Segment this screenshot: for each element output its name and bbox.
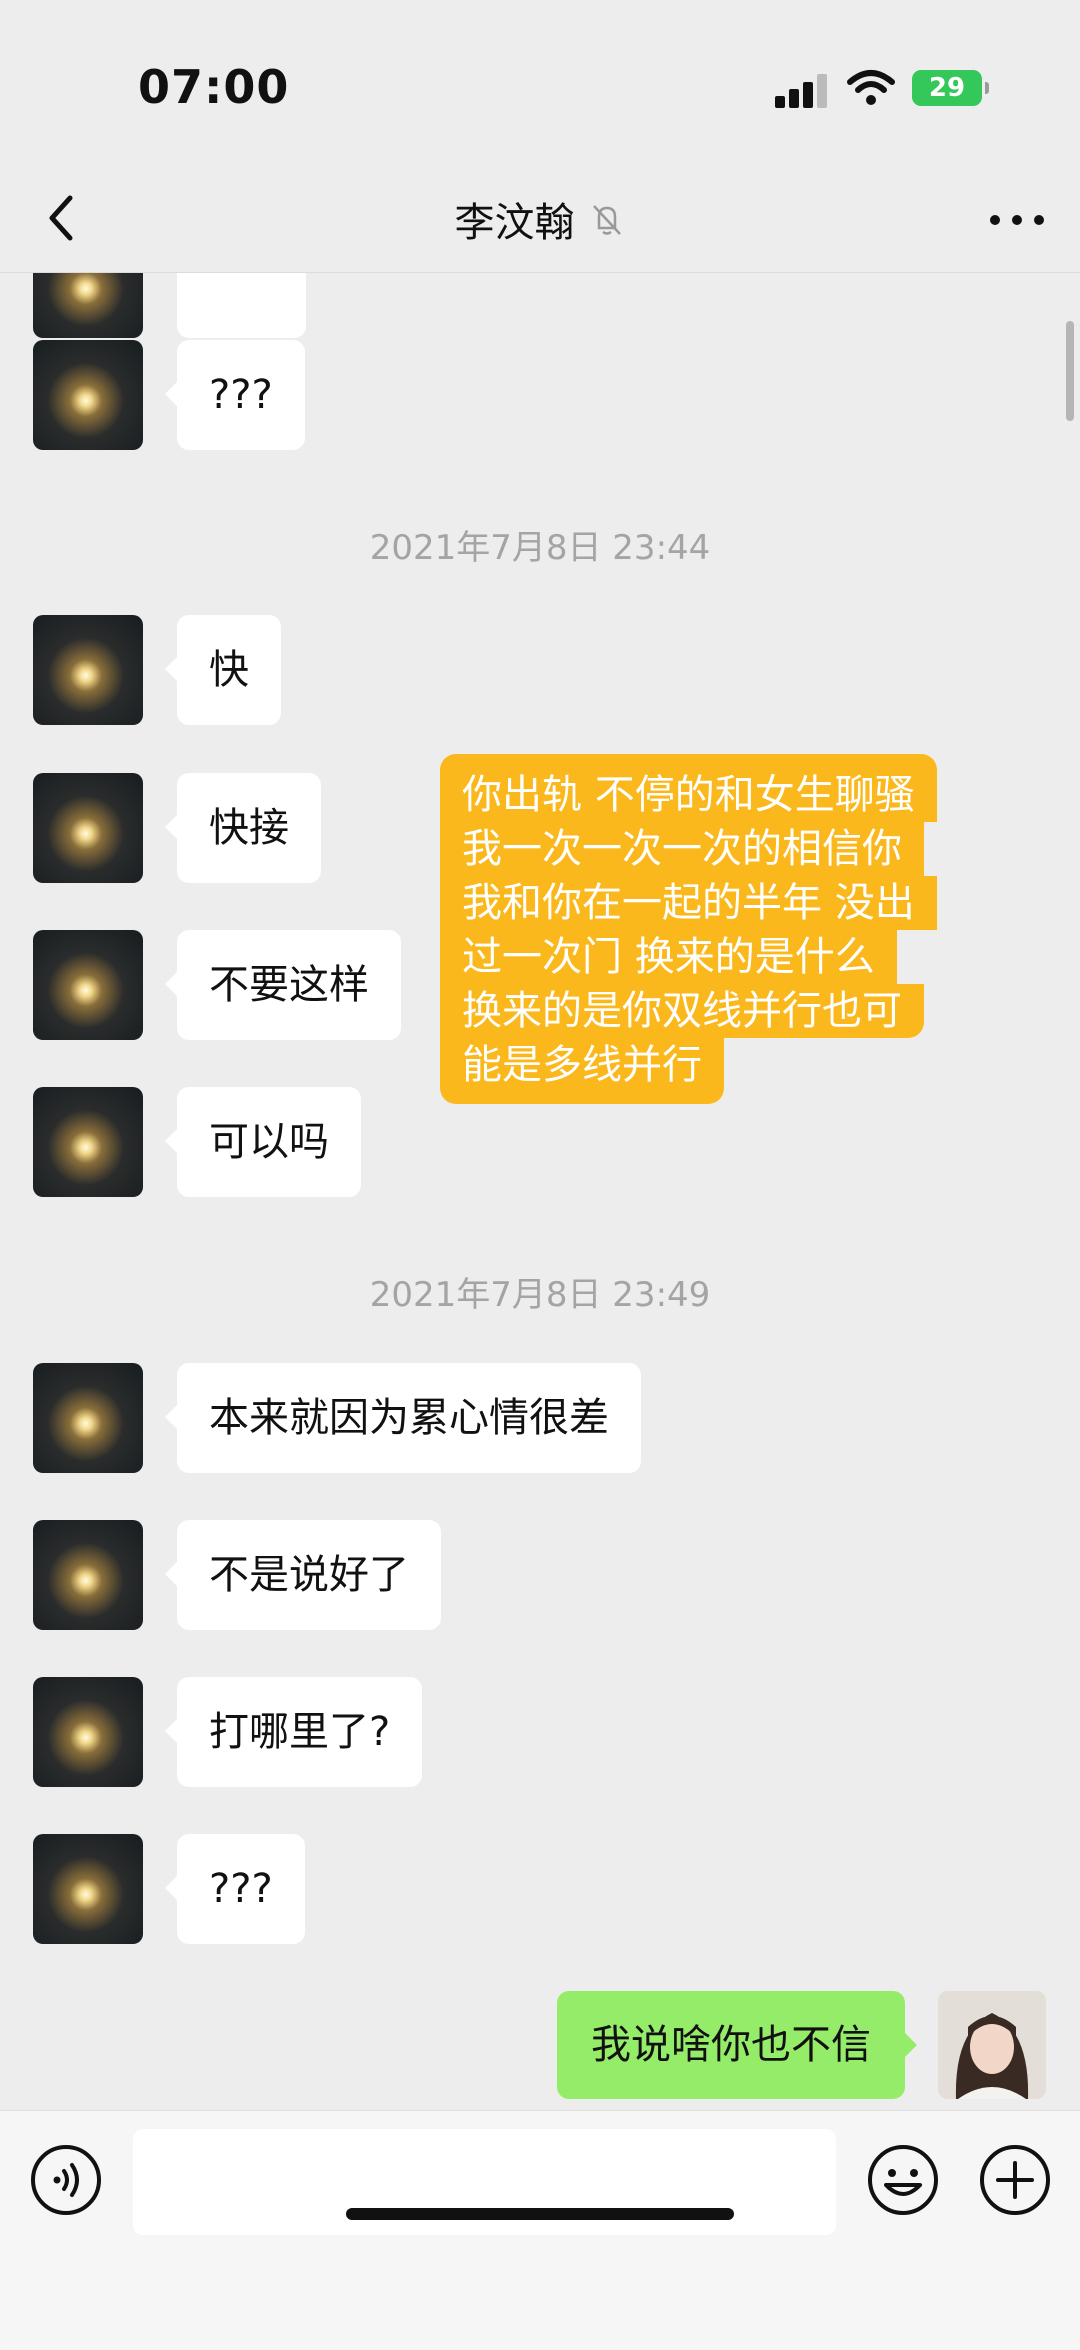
chat-header: 李汶翰 bbox=[0, 170, 1080, 273]
contact-avatar[interactable] bbox=[33, 340, 143, 450]
plus-circle-icon[interactable] bbox=[978, 2143, 1052, 2217]
emoji-icon[interactable] bbox=[866, 2143, 940, 2217]
status-time: 07:00 bbox=[138, 60, 290, 114]
avatar-photo bbox=[938, 1991, 1046, 2099]
status-bar: 07:00 29 bbox=[0, 0, 1080, 170]
message-bubble[interactable]: 打哪里了? bbox=[164, 1677, 423, 1787]
contact-avatar[interactable] bbox=[33, 1363, 143, 1473]
annotation-line: 我一次一次一次的相信你 bbox=[440, 822, 924, 876]
chat-title: 李汶翰 bbox=[454, 200, 575, 246]
home-indicator[interactable] bbox=[346, 2208, 734, 2220]
scroll-indicator bbox=[1066, 321, 1074, 421]
annotation-line: 能是多线并行 bbox=[440, 1038, 724, 1104]
contact-avatar[interactable] bbox=[33, 1087, 143, 1197]
contact-avatar[interactable] bbox=[33, 773, 143, 883]
message-bubble[interactable]: ??? bbox=[165, 340, 305, 450]
annotation-line: 过一次门 换来的是什么 bbox=[440, 930, 897, 984]
bell-slash-icon bbox=[592, 205, 621, 235]
annotation-line: 你出轨 不停的和女生聊骚 bbox=[440, 754, 937, 822]
contact-avatar[interactable] bbox=[33, 615, 143, 725]
message-bubble-partial bbox=[177, 273, 306, 338]
message-bubble[interactable]: 本来就因为累心情很差 bbox=[165, 1363, 641, 1473]
outgoing-message-bubble[interactable]: 我说啥你也不信 bbox=[557, 1991, 917, 2099]
message-bubble[interactable]: 快接 bbox=[165, 773, 321, 883]
input-bar bbox=[0, 2110, 1080, 2350]
title-area: 李汶翰 bbox=[0, 190, 1080, 248]
voice-icon[interactable] bbox=[29, 2143, 103, 2217]
contact-avatar[interactable] bbox=[33, 1520, 143, 1630]
battery-icon: 29 bbox=[912, 70, 989, 106]
message-bubble[interactable]: 快 bbox=[165, 615, 281, 725]
highlighted-annotation: 你出轨 不停的和女生聊骚 我一次一次一次的相信你 我和你在一起的半年 没出 过一… bbox=[440, 754, 982, 1104]
message-bubble[interactable]: 不是说好了 bbox=[165, 1520, 441, 1630]
contact-avatar[interactable] bbox=[33, 1834, 143, 1944]
cellular-signal-icon bbox=[775, 74, 829, 108]
timestamp: 2021年7月8日 23:44 bbox=[369, 528, 711, 568]
ellipsis-icon[interactable] bbox=[988, 188, 1046, 248]
contact-avatar[interactable] bbox=[33, 930, 143, 1040]
annotation-line: 我和你在一起的半年 没出 bbox=[440, 876, 937, 930]
message-list[interactable]: ??? 2021年7月8日 23:44 快 快接 不要这样 可以吗 你出轨 不停… bbox=[0, 273, 1080, 2110]
message-bubble[interactable]: 可以吗 bbox=[165, 1087, 361, 1197]
message-bubble[interactable]: 不要这样 bbox=[165, 930, 401, 1040]
contact-avatar[interactable] bbox=[33, 273, 143, 338]
wifi-icon bbox=[847, 70, 895, 105]
timestamp: 2021年7月8日 23:49 bbox=[369, 1275, 711, 1315]
annotation-line: 换来的是你双线并行也可 bbox=[440, 984, 924, 1038]
battery-level: 29 bbox=[928, 73, 966, 103]
message-bubble[interactable]: ??? bbox=[165, 1834, 305, 1944]
my-avatar[interactable] bbox=[938, 1991, 1046, 2099]
contact-avatar[interactable] bbox=[33, 1677, 143, 1787]
